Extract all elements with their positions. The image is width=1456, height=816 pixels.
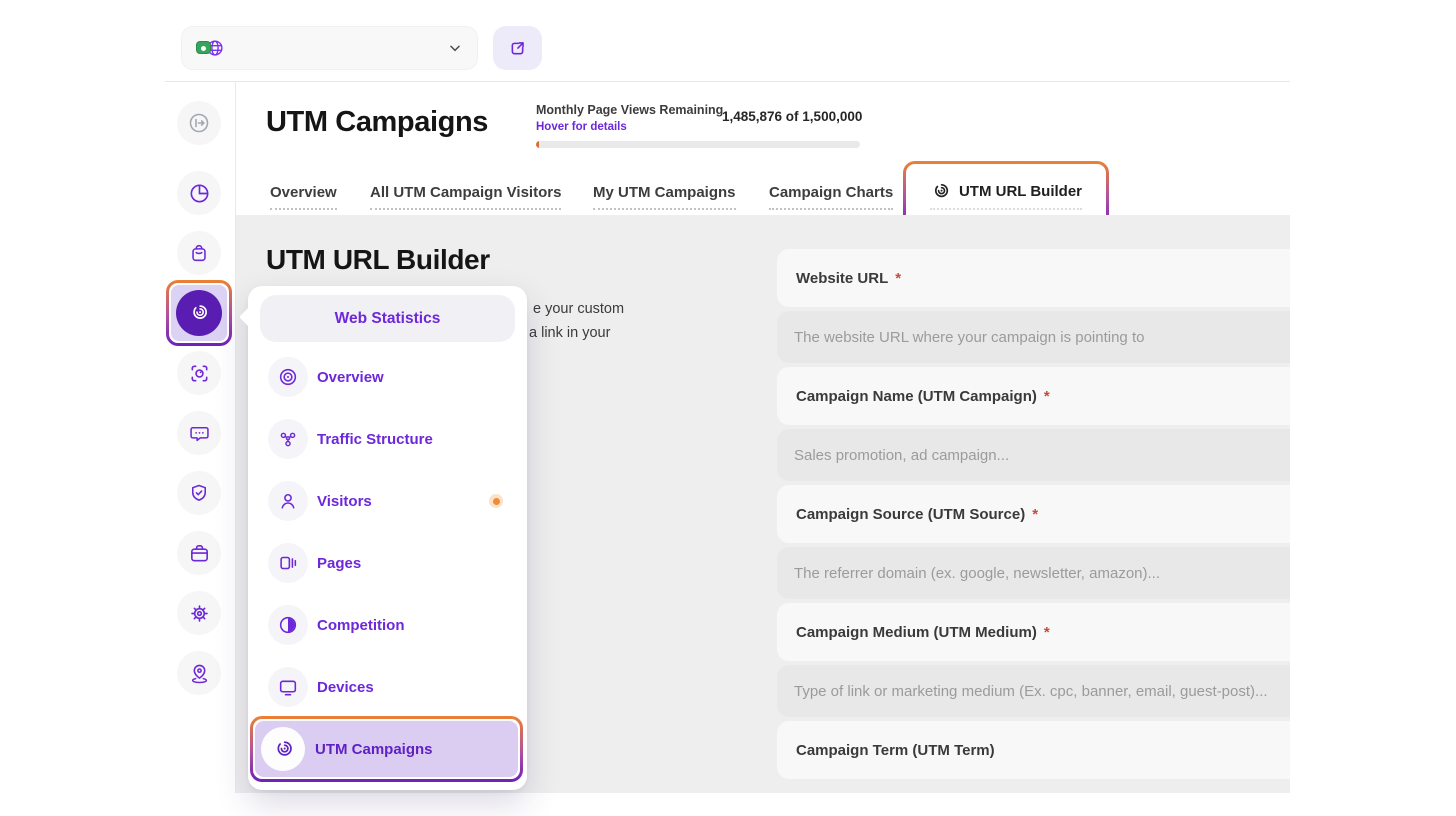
tab-my-utm-campaigns[interactable]: My UTM Campaigns bbox=[593, 184, 736, 210]
chat-bubble-icon bbox=[188, 422, 211, 445]
collapse-arrow-icon bbox=[187, 111, 211, 135]
briefcase-icon bbox=[188, 542, 211, 565]
shield-check-icon bbox=[188, 482, 210, 504]
builder-description-fragment: e your custom bbox=[533, 301, 624, 317]
utm-spiral-icon bbox=[261, 727, 305, 771]
tab-all-utm-campaign-visitors[interactable]: All UTM Campaign Visitors bbox=[370, 184, 561, 210]
site-selector-dropdown[interactable] bbox=[181, 26, 478, 70]
campaign-source-input[interactable]: The referrer domain (ex. google, newslet… bbox=[777, 547, 1290, 599]
active-tab-label: UTM URL Builder bbox=[959, 183, 1082, 200]
required-asterisk: * bbox=[1044, 624, 1050, 641]
bullseye-icon bbox=[268, 357, 308, 397]
map-pin-icon bbox=[188, 662, 211, 685]
page-title: UTM Campaigns bbox=[266, 106, 488, 139]
builder-description-fragment: a link in your bbox=[529, 325, 610, 341]
sidebar-item-snapshots[interactable] bbox=[177, 351, 221, 395]
hover-for-details-link[interactable]: Hover for details bbox=[536, 121, 627, 133]
sidebar-item-business[interactable] bbox=[177, 531, 221, 575]
sidebar-item-collapse[interactable] bbox=[177, 101, 221, 145]
nodes-icon bbox=[268, 419, 308, 459]
menu-item-competition[interactable]: Competition bbox=[268, 605, 405, 645]
campaign-name-input[interactable]: Sales promotion, ad campaign... bbox=[777, 429, 1290, 481]
external-link-icon bbox=[508, 39, 527, 58]
menu-item-utm-campaigns-selected[interactable]: UTM Campaigns bbox=[250, 716, 523, 782]
pie-chart-icon bbox=[188, 182, 211, 205]
sidebar-item-security[interactable] bbox=[177, 471, 221, 515]
visitors-notification-dot bbox=[489, 494, 503, 508]
sidebar-item-locations[interactable] bbox=[177, 651, 221, 695]
sidebar-item-feedback[interactable] bbox=[177, 411, 221, 455]
page-views-progress-fill bbox=[536, 141, 539, 148]
menu-item-devices[interactable]: Devices bbox=[268, 667, 374, 707]
page: UTM Campaigns Monthly Page Views Remaini… bbox=[0, 0, 1456, 816]
builder-title: UTM URL Builder bbox=[266, 244, 490, 276]
required-asterisk: * bbox=[1044, 388, 1050, 405]
globe-with-status-icon bbox=[196, 36, 226, 60]
web-statistics-menu: Web Statistics Overview Traffic Structur… bbox=[248, 286, 527, 790]
utm-spiral-icon bbox=[930, 181, 951, 202]
page-views-label: Monthly Page Views Remaining bbox=[536, 103, 723, 117]
header-divider bbox=[165, 81, 1290, 82]
person-icon bbox=[268, 481, 308, 521]
field-label-website-url: Website URL * bbox=[777, 249, 1290, 307]
monitor-icon bbox=[268, 667, 308, 707]
required-asterisk: * bbox=[1032, 506, 1038, 523]
menu-item-pages[interactable]: Pages bbox=[268, 543, 361, 583]
sidebar-item-store[interactable] bbox=[177, 231, 221, 275]
menu-item-overview[interactable]: Overview bbox=[268, 357, 384, 397]
menu-item-visitors[interactable]: Visitors bbox=[268, 481, 372, 521]
sidebar-item-web-statistics-active[interactable] bbox=[166, 280, 232, 346]
pages-layout-icon bbox=[268, 543, 308, 583]
page-views-progress bbox=[536, 141, 860, 148]
chevron-down-icon bbox=[447, 40, 463, 56]
shopping-bag-icon bbox=[188, 242, 210, 264]
field-label-campaign-medium: Campaign Medium (UTM Medium) * bbox=[777, 603, 1290, 661]
focus-lens-icon bbox=[188, 362, 211, 385]
campaign-medium-input[interactable]: Type of link or marketing medium (Ex. cp… bbox=[777, 665, 1290, 717]
tab-campaign-charts[interactable]: Campaign Charts bbox=[769, 184, 893, 210]
website-url-input[interactable]: The website URL where your campaign is p… bbox=[777, 311, 1290, 363]
sidebar-item-dashboard[interactable] bbox=[177, 171, 221, 215]
sidebar-item-settings[interactable] bbox=[177, 591, 221, 635]
menu-header: Web Statistics bbox=[260, 295, 515, 342]
required-asterisk: * bbox=[895, 270, 901, 287]
field-label-campaign-term: Campaign Term (UTM Term) bbox=[777, 721, 1290, 779]
gear-icon bbox=[188, 602, 211, 625]
page-views-count: 1,485,876 of 1,500,000 bbox=[722, 109, 862, 124]
contrast-icon bbox=[268, 605, 308, 645]
field-label-campaign-source: Campaign Source (UTM Source) * bbox=[777, 485, 1290, 543]
open-site-external-button[interactable] bbox=[493, 26, 542, 70]
utm-spiral-icon bbox=[176, 290, 222, 336]
field-label-campaign-name: Campaign Name (UTM Campaign) * bbox=[777, 367, 1290, 425]
menu-item-traffic-structure[interactable]: Traffic Structure bbox=[268, 419, 433, 459]
tab-overview[interactable]: Overview bbox=[270, 184, 337, 210]
